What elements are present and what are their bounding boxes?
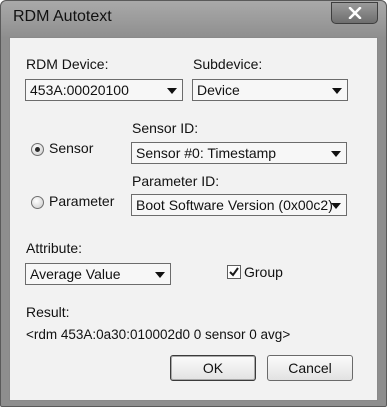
window-title: RDM Autotext — [13, 8, 112, 25]
close-icon — [348, 7, 361, 19]
dialog-window: RDM Autotext RDM Device: 453A:00020100 S… — [0, 0, 387, 407]
parameter-id-value: Boot Software Version (0x00c2) — [136, 197, 333, 213]
radio-selected-dot — [35, 147, 40, 152]
chevron-down-icon — [167, 88, 177, 94]
parameter-radio-label[interactable]: Parameter — [49, 193, 114, 209]
chevron-down-icon — [331, 203, 341, 209]
ok-button[interactable]: OK — [170, 355, 256, 381]
rdm-device-value: 453A:00020100 — [30, 82, 129, 98]
sensor-id-label: Sensor ID: — [132, 120, 199, 136]
chevron-down-icon — [332, 88, 342, 94]
parameter-id-label: Parameter ID: — [132, 173, 220, 189]
chevron-down-icon — [155, 272, 165, 278]
rdm-device-label: RDM Device: — [26, 56, 109, 72]
dialog-body: RDM Device: 453A:00020100 Subdevice: Dev… — [9, 37, 378, 401]
result-text: <rdm 453A:0a30:010002d0 0 sensor 0 avg> — [26, 327, 291, 342]
checkmark-icon — [229, 267, 239, 277]
attribute-value: Average Value — [30, 266, 121, 282]
rdm-device-dropdown[interactable]: 453A:00020100 — [25, 79, 183, 101]
subdevice-value: Device — [197, 82, 240, 98]
parameter-radio[interactable] — [31, 196, 44, 209]
chevron-down-icon — [331, 151, 341, 157]
group-checkbox[interactable] — [227, 265, 241, 279]
subdevice-label: Subdevice: — [193, 56, 263, 72]
sensor-id-value: Sensor #0: Timestamp — [136, 145, 277, 161]
sensor-id-dropdown[interactable]: Sensor #0: Timestamp — [131, 142, 347, 164]
cancel-button[interactable]: Cancel — [267, 355, 353, 381]
sensor-radio-label[interactable]: Sensor — [49, 140, 93, 156]
group-checkbox-label[interactable]: Group — [244, 264, 283, 280]
sensor-radio[interactable] — [31, 143, 44, 156]
parameter-id-dropdown[interactable]: Boot Software Version (0x00c2) — [131, 194, 347, 216]
subdevice-dropdown[interactable]: Device — [192, 79, 348, 101]
close-button[interactable] — [331, 2, 378, 24]
attribute-dropdown[interactable]: Average Value — [25, 263, 171, 285]
title-bar[interactable]: RDM Autotext — [1, 1, 386, 37]
result-label: Result: — [26, 304, 70, 320]
attribute-label: Attribute: — [26, 240, 83, 256]
